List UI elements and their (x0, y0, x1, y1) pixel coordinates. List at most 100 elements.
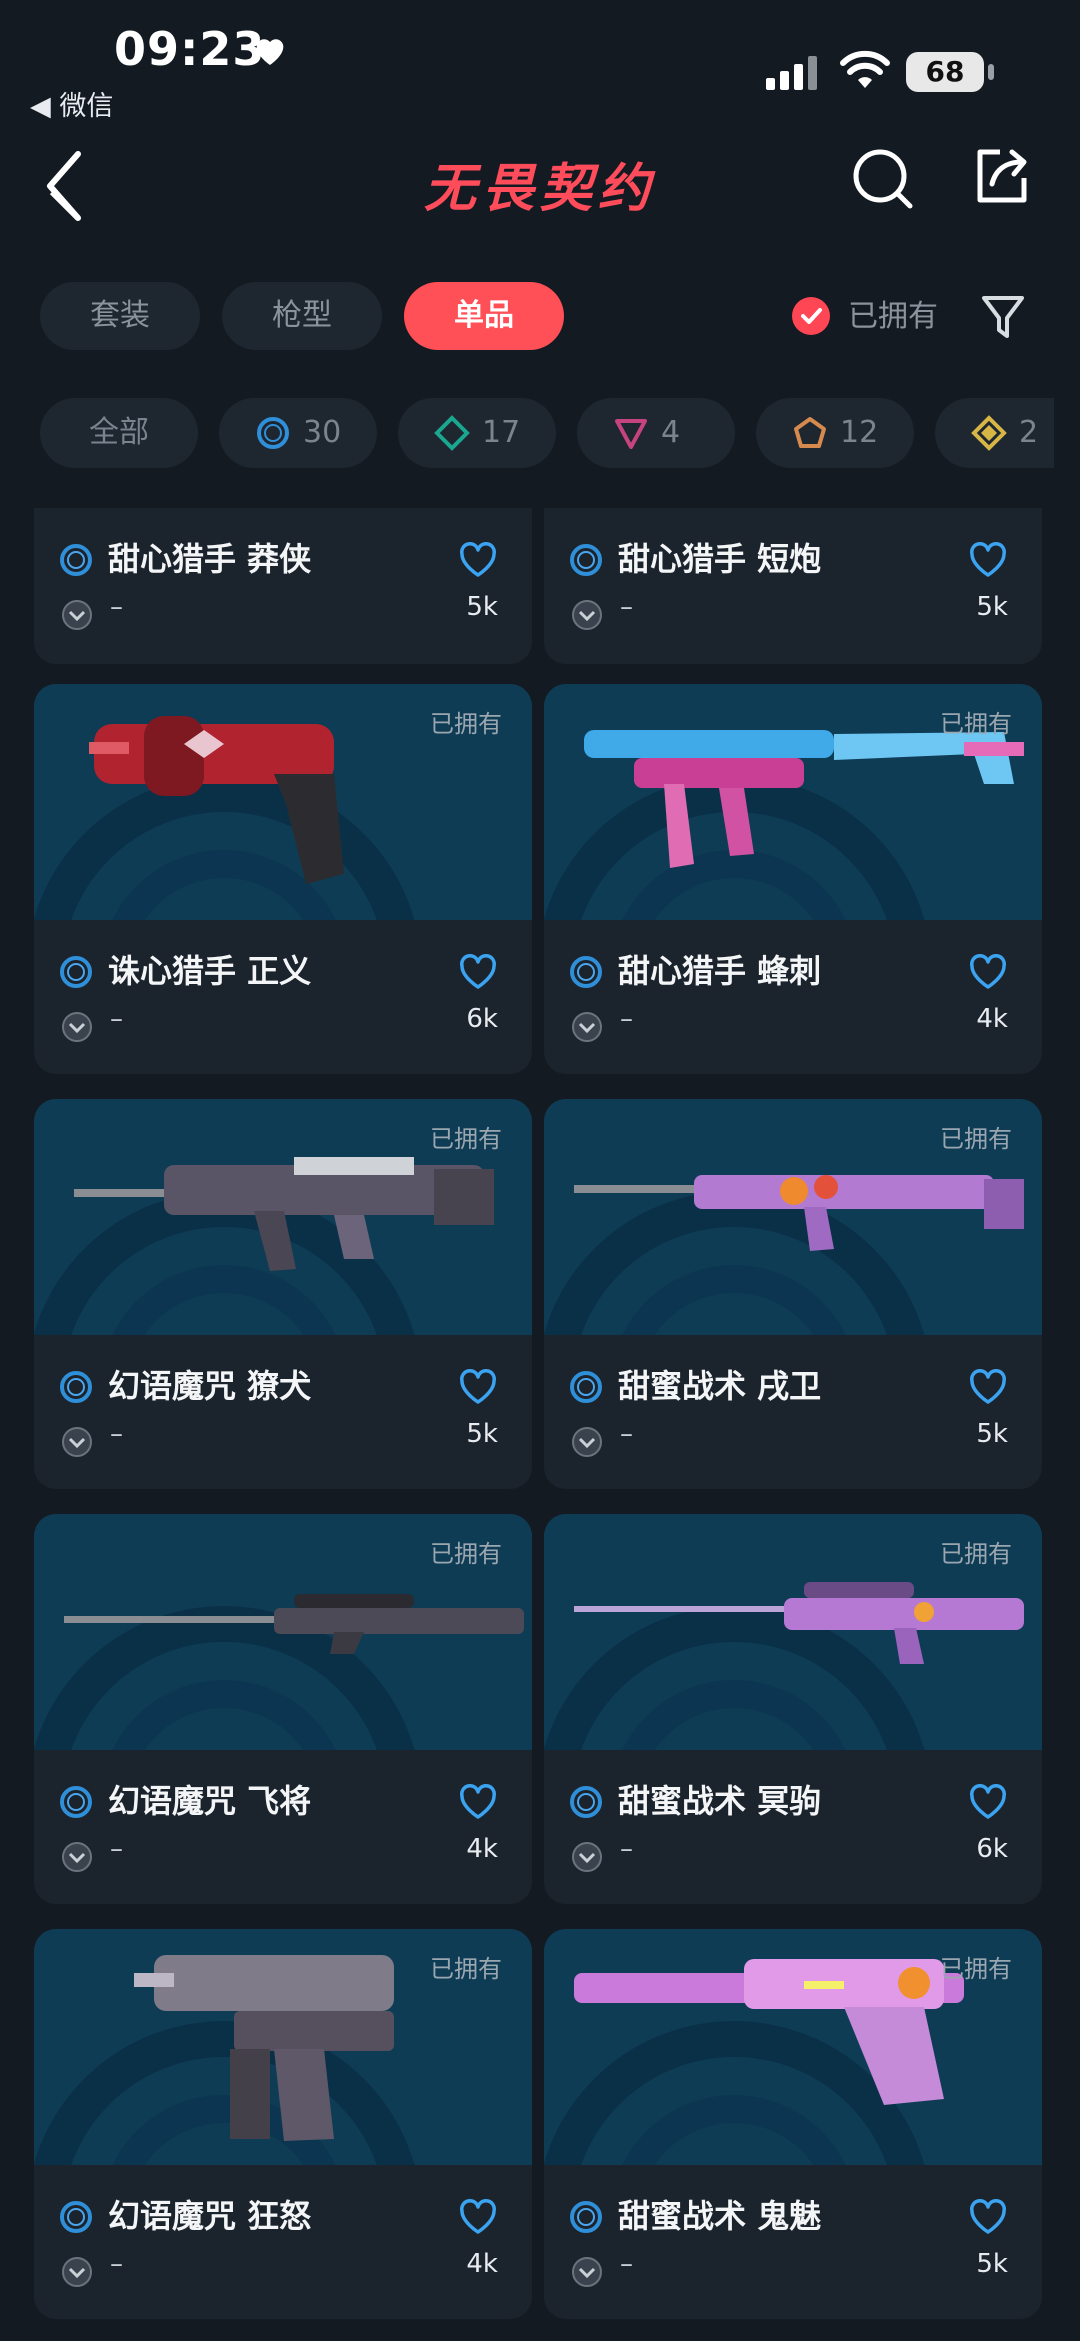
weapon-image: 已拥有 (544, 1514, 1042, 1750)
level-badge-icon (62, 600, 92, 630)
skin-grid: 甜心猎手 莽侠 – 5k 甜心猎手 短炮 – 5k 已拥有 诛心猎手 正义 – … (0, 508, 1080, 2341)
skin-card[interactable]: 已拥有 甜蜜战术 戌卫 – 5k (544, 1099, 1042, 1489)
like-count: 5k (466, 592, 498, 622)
like-count: 4k (466, 2249, 498, 2279)
deluxe-diamond-icon (434, 415, 470, 451)
skin-name: 甜蜜战术 戌卫 (618, 1367, 822, 1405)
heart-outline-icon[interactable] (458, 542, 498, 578)
card-info: 甜心猎手 莽侠 – 5k (34, 508, 532, 658)
heart-outline-icon[interactable] (968, 542, 1008, 578)
chip-label: 4 (661, 415, 681, 450)
like-count: 6k (976, 1834, 1008, 1864)
level-badge-icon (62, 1012, 92, 1042)
card-info: 甜心猎手 短炮 – 5k (544, 508, 1042, 658)
level-badge-icon (572, 2257, 602, 2287)
chip-all[interactable]: 全部 (40, 398, 198, 468)
owned-tag: 已拥有 (430, 1125, 502, 1153)
weapon-image: 已拥有 (34, 1929, 532, 2165)
weapon-image: 已拥有 (34, 1514, 532, 1750)
select-rarity-icon (60, 2201, 92, 2233)
like-count: 4k (466, 1834, 498, 1864)
tab-weapon-type[interactable]: 枪型 (222, 282, 382, 350)
back-to-app-link[interactable]: ◀ 微信 (30, 84, 113, 123)
owned-tag: 已拥有 (940, 1540, 1012, 1568)
chip-ultra[interactable]: 2 (935, 398, 1054, 468)
skin-card[interactable]: 已拥有 诛心猎手 正义 – 6k (34, 684, 532, 1074)
select-circle-icon (257, 417, 289, 449)
level-value: – (620, 1834, 633, 1864)
skin-card[interactable]: 甜心猎手 短炮 – 5k (544, 508, 1042, 664)
select-rarity-icon (570, 544, 602, 576)
skin-name: 甜心猎手 蜂刺 (618, 952, 822, 990)
chip-label: 30 (303, 415, 342, 450)
weapon-image: 已拥有 (34, 684, 532, 920)
like-count: 4k (976, 1004, 1008, 1034)
like-count: 6k (466, 1004, 498, 1034)
card-info: 幻语魔咒 狂怒 – 4k (34, 2165, 532, 2315)
level-badge-icon (62, 2257, 92, 2287)
heart-outline-icon[interactable] (968, 1784, 1008, 1820)
chip-label: 12 (840, 415, 879, 450)
heart-outline-icon[interactable] (458, 2199, 498, 2235)
skin-name: 甜心猎手 莽侠 (108, 540, 312, 578)
level-value: – (110, 1004, 123, 1034)
card-info: 甜蜜战术 戌卫 – 5k (544, 1335, 1042, 1485)
card-info: 诛心猎手 正义 – 6k (34, 920, 532, 1070)
battery-tip (988, 64, 994, 80)
chip-deluxe[interactable]: 17 (398, 398, 556, 468)
select-rarity-icon (60, 956, 92, 988)
level-value: – (620, 2249, 633, 2279)
chip-premium[interactable]: 4 (577, 398, 735, 468)
skin-card[interactable]: 甜心猎手 莽侠 – 5k (34, 508, 532, 664)
like-count: 5k (976, 2249, 1008, 2279)
chip-exclusive[interactable]: 12 (756, 398, 914, 468)
top-nav: 无畏契约 (0, 130, 1080, 240)
card-info: 甜蜜战术 鬼魅 – 5k (544, 2165, 1042, 2315)
select-rarity-icon (570, 956, 602, 988)
battery-indicator: 68 (906, 52, 984, 92)
level-value: – (620, 592, 633, 622)
level-value: – (110, 1419, 123, 1449)
card-info: 幻语魔咒 獠犬 – 5k (34, 1335, 532, 1485)
tab-bundle[interactable]: 套装 (40, 282, 200, 350)
level-value: – (110, 1834, 123, 1864)
signal-icon (766, 56, 817, 90)
heart-outline-icon[interactable] (458, 954, 498, 990)
tab-single-item[interactable]: 单品 (404, 282, 564, 350)
owned-tag: 已拥有 (430, 1540, 502, 1568)
skin-card[interactable]: 已拥有 幻语魔咒 飞将 – 4k (34, 1514, 532, 1904)
owned-tag: 已拥有 (940, 1955, 1012, 1983)
search-icon[interactable] (850, 146, 916, 212)
heart-outline-icon[interactable] (968, 1369, 1008, 1405)
level-badge-icon (62, 1427, 92, 1457)
owned-checkbox[interactable] (792, 297, 830, 335)
exclusive-pentagon-icon (794, 417, 826, 448)
filter-icon[interactable] (980, 292, 1026, 344)
skin-card[interactable]: 已拥有 幻语魔咒 獠犬 – 5k (34, 1099, 532, 1489)
weapon-image: 已拥有 (544, 1099, 1042, 1335)
skin-card[interactable]: 已拥有 甜蜜战术 鬼魅 – 5k (544, 1929, 1042, 2319)
level-badge-icon (572, 1012, 602, 1042)
chip-select[interactable]: 30 (219, 398, 377, 468)
heart-outline-icon[interactable] (968, 2199, 1008, 2235)
skin-card[interactable]: 已拥有 甜蜜战术 冥驹 – 6k (544, 1514, 1042, 1904)
heart-outline-icon[interactable] (458, 1784, 498, 1820)
skin-card[interactable]: 已拥有 甜心猎手 蜂刺 – 4k (544, 684, 1042, 1074)
like-count: 5k (976, 1419, 1008, 1449)
level-value: – (110, 2249, 123, 2279)
level-badge-icon (572, 1427, 602, 1457)
share-icon[interactable] (970, 144, 1034, 208)
skin-card[interactable]: 已拥有 幻语魔咒 狂怒 – 4k (34, 1929, 532, 2319)
skin-name: 幻语魔咒 獠犬 (108, 1367, 312, 1405)
level-badge-icon (572, 1842, 602, 1872)
level-value: – (110, 592, 123, 622)
level-badge-icon (62, 1842, 92, 1872)
card-info: 幻语魔咒 飞将 – 4k (34, 1750, 532, 1900)
ultra-diamond-icon (971, 415, 1007, 451)
chip-label: 17 (482, 415, 521, 450)
owned-tag: 已拥有 (940, 710, 1012, 738)
owned-tag: 已拥有 (430, 710, 502, 738)
heart-outline-icon[interactable] (458, 1369, 498, 1405)
level-badge-icon (572, 600, 602, 630)
heart-outline-icon[interactable] (968, 954, 1008, 990)
